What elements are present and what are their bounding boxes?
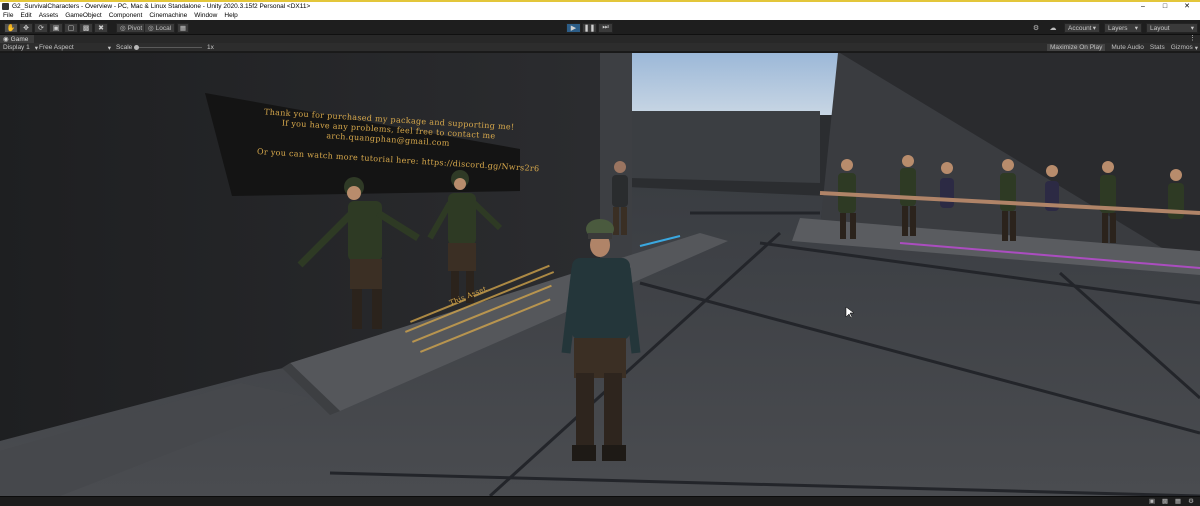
close-button[interactable]: ✕ (1176, 2, 1198, 11)
move-tool-button[interactable]: ✥ (19, 23, 33, 33)
menu-bar: File Edit Assets GameObject Component Ci… (0, 11, 1200, 20)
menu-window[interactable]: Window (194, 12, 217, 19)
status-icons: ▣ ▩ ▦ ⚙ (1144, 498, 1196, 505)
debug-icon[interactable]: ▩ (1160, 498, 1170, 505)
game-viewport[interactable]: Thank you for purchased my package and s… (0, 53, 1200, 496)
display-label: Display 1 (3, 44, 30, 51)
menu-assets[interactable]: Assets (39, 12, 59, 19)
grid-snap-button[interactable]: ▦ (177, 23, 189, 33)
play-icon: ▶ (570, 25, 577, 32)
scale-slider-track[interactable] (134, 47, 202, 48)
pivot-icon: ◎ (120, 25, 126, 32)
menu-gameobject[interactable]: GameObject (65, 12, 102, 19)
chevron-down-icon: ▾ (107, 44, 111, 52)
menu-help[interactable]: Help (224, 12, 237, 19)
scene-render (0, 53, 1200, 496)
game-view-options: Maximize On Play Mute Audio Stats Gizmos… (1041, 43, 1198, 52)
collab-icon: ⚙ (1032, 25, 1040, 32)
auto-generate-icon[interactable]: ⚙ (1186, 498, 1196, 505)
pause-button[interactable]: ❚❚ (582, 23, 597, 33)
minimize-button[interactable]: – (1132, 2, 1154, 11)
custom-tool-button[interactable]: ✖ (94, 23, 108, 33)
move-icon: ✥ (23, 25, 29, 32)
chevron-down-icon: ▾ (1190, 25, 1194, 32)
cloud-button[interactable]: ☁ (1046, 23, 1060, 33)
hand-tool-button[interactable]: ✋ (4, 23, 18, 33)
scale-value: 1x (207, 44, 214, 51)
step-button[interactable]: ⏭ (598, 23, 613, 33)
far-wall (630, 111, 820, 183)
local-toggle[interactable]: ◎ Local (144, 23, 176, 33)
rect-icon: ▢ (67, 25, 75, 32)
layers-dropdown[interactable]: Layers ▾ (1104, 23, 1142, 33)
menu-file[interactable]: File (3, 12, 13, 19)
game-controller-icon: ◉ (3, 36, 9, 43)
rotate-icon: ⟳ (38, 25, 44, 32)
game-tab-bar: ◉ Game ⋮ (0, 35, 1200, 43)
collab-button[interactable]: ⚙ (1029, 23, 1043, 33)
custom-tool-icon: ✖ (98, 25, 104, 32)
scale-icon: ▣ (52, 25, 60, 32)
account-dropdown[interactable]: Account ▾ (1064, 23, 1100, 33)
maximize-on-play-toggle[interactable]: Maximize On Play (1046, 44, 1106, 51)
game-view-toolbar: Display 1 ▾ Free Aspect ▾ Scale 1x Maxim… (0, 43, 1200, 52)
layers-label: Layers (1108, 24, 1128, 32)
scale-slider-thumb[interactable] (134, 45, 139, 50)
local-icon: ◎ (148, 25, 154, 32)
window-controls: – □ ✕ (1132, 2, 1198, 11)
chevron-down-icon: ▾ (1194, 44, 1198, 52)
pause-icon: ❚❚ (583, 25, 596, 32)
chevron-down-icon: ▾ (34, 44, 38, 52)
gizmos-dropdown[interactable]: Gizmos (1171, 44, 1193, 51)
toolbar-right: ⚙ ☁ Account ▾ Layers ▾ Layout ▾ (1026, 23, 1198, 33)
maximize-button[interactable]: □ (1154, 2, 1176, 11)
main-toolbar: ✋ ✥ ⟳ ▣ ▢ ▩ ✖ ◎ Pivot ◎ Local ▦ ▶ ❚❚ ⏭ ⚙… (0, 20, 1200, 35)
unity-logo-icon (2, 3, 9, 10)
chevron-down-icon: ▾ (1092, 25, 1096, 32)
rotate-tool-button[interactable]: ⟳ (34, 23, 48, 33)
layout-dropdown[interactable]: Layout ▾ (1146, 23, 1198, 33)
tab-menu-icon[interactable]: ⋮ (1189, 35, 1196, 43)
cloud-icon: ☁ (1049, 25, 1057, 32)
layout-label: Layout (1150, 24, 1170, 32)
step-icon: ⏭ (602, 24, 609, 31)
display-dropdown[interactable]: Display 1 ▾ (3, 43, 38, 52)
transform-tools: ✋ ✥ ⟳ ▣ ▢ ▩ ✖ (4, 23, 109, 33)
pivot-label: Pivot (127, 24, 143, 32)
rect-tool-button[interactable]: ▢ (64, 23, 78, 33)
scale-label: Scale (116, 44, 133, 51)
bug-icon[interactable]: ▦ (1173, 498, 1183, 505)
menu-cinemachine[interactable]: Cinemachine (149, 12, 187, 19)
mute-audio-toggle[interactable]: Mute Audio (1111, 44, 1144, 51)
pivot-toggle[interactable]: ◎ Pivot (116, 23, 147, 33)
menu-component[interactable]: Component (109, 12, 143, 19)
scale-tool-button[interactable]: ▣ (49, 23, 63, 33)
aspect-dropdown[interactable]: Free Aspect ▾ (39, 43, 111, 52)
local-label: Local (155, 24, 172, 32)
transform-tool-button[interactable]: ▩ (79, 23, 93, 33)
aspect-label: Free Aspect (39, 44, 74, 51)
grid-snap-icon: ▦ (179, 25, 187, 32)
transform-icon: ▩ (82, 25, 90, 32)
chevron-down-icon: ▾ (1134, 25, 1138, 32)
menu-edit[interactable]: Edit (20, 12, 31, 19)
stats-toggle[interactable]: Stats (1150, 44, 1165, 51)
play-button[interactable]: ▶ (566, 23, 581, 33)
hand-icon: ✋ (6, 25, 16, 32)
window-title: G2_SurvivalCharacters - Overview - PC, M… (12, 3, 311, 10)
progress-icon[interactable]: ▣ (1147, 498, 1157, 505)
tab-game-label: Game (10, 35, 29, 43)
sky (600, 53, 860, 115)
account-label: Account (1068, 24, 1092, 32)
status-bar: ▣ ▩ ▦ ⚙ (0, 496, 1200, 506)
play-controls: ▶ ❚❚ ⏭ (566, 23, 614, 33)
tab-game[interactable]: ◉ Game (0, 35, 35, 43)
window-titlebar: G2_SurvivalCharacters - Overview - PC, M… (0, 0, 1200, 11)
